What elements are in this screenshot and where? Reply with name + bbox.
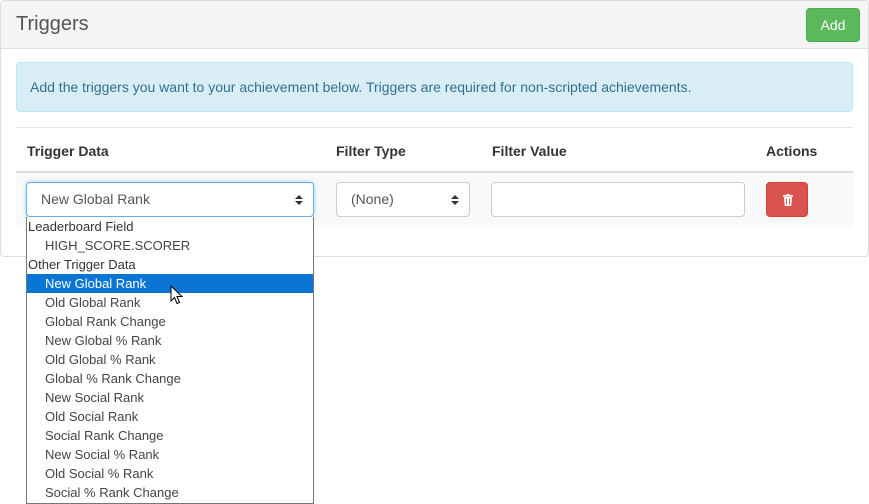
trigger-data-select[interactable]: New Global Rank bbox=[26, 182, 314, 217]
dropdown-option[interactable]: Old Social % Rank bbox=[27, 464, 313, 483]
dropdown-option[interactable]: Global Rank Change bbox=[27, 312, 313, 331]
dropdown-option[interactable]: Old Global % Rank bbox=[27, 350, 313, 369]
delete-trigger-button[interactable] bbox=[766, 182, 808, 217]
dropdown-option[interactable]: HIGH_SCORE.SCORER bbox=[27, 236, 313, 255]
dropdown-option[interactable]: Old Social Rank bbox=[27, 407, 313, 426]
info-alert: Add the triggers you want to your achiev… bbox=[16, 62, 853, 112]
caret-down-icon bbox=[295, 201, 303, 205]
optgroup-label: Leaderboard Field bbox=[28, 219, 134, 234]
dropdown-option[interactable]: Social % Rank Change bbox=[27, 483, 313, 502]
optgroup-label: Other Trigger Data bbox=[28, 257, 136, 272]
caret-up-icon bbox=[451, 195, 459, 199]
mouse-cursor-icon bbox=[170, 285, 183, 305]
dropdown-option[interactable]: New Global % Rank bbox=[27, 331, 313, 350]
trigger-data-dropdown-list[interactable]: Leaderboard Field HIGH_SCORE.SCORER Othe… bbox=[26, 217, 314, 504]
table-divider bbox=[16, 127, 853, 128]
dropdown-option[interactable]: New Social Rank bbox=[27, 388, 313, 407]
add-button[interactable]: Add bbox=[806, 8, 860, 42]
caret-up-icon bbox=[295, 195, 303, 199]
trash-icon bbox=[783, 194, 793, 206]
panel-title: Triggers bbox=[16, 13, 89, 35]
filter-type-select-value: (None) bbox=[351, 191, 394, 207]
filter-type-select[interactable]: (None) bbox=[336, 182, 470, 217]
column-header-actions: Actions bbox=[766, 143, 818, 159]
caret-down-icon bbox=[451, 201, 459, 205]
trigger-data-select-value: New Global Rank bbox=[41, 191, 150, 207]
column-header-trigger-data: Trigger Data bbox=[27, 143, 109, 159]
column-header-filter-value: Filter Value bbox=[492, 143, 567, 159]
dropdown-option[interactable]: New Social % Rank bbox=[27, 445, 313, 464]
panel-heading: Triggers bbox=[1, 1, 868, 49]
filter-value-input[interactable] bbox=[491, 182, 745, 217]
dropdown-option[interactable]: Social Rank Change bbox=[27, 426, 313, 445]
dropdown-option[interactable]: Global % Rank Change bbox=[27, 369, 313, 388]
column-header-filter-type: Filter Type bbox=[336, 143, 406, 159]
